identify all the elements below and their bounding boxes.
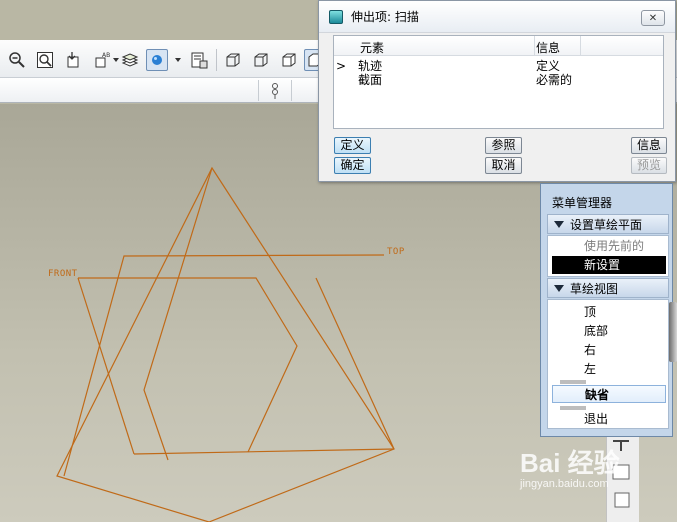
sketch-rhombus xyxy=(56,166,395,522)
svg-text:AB: AB xyxy=(102,52,110,59)
menu-item-left[interactable]: 左 xyxy=(552,360,666,378)
section-header-label: 设置草绘平面 xyxy=(570,217,643,232)
table-row[interactable]: > 轨迹 定义 xyxy=(334,59,663,73)
refit-icon[interactable] xyxy=(34,49,56,71)
row-info: 定义 xyxy=(536,59,561,73)
preview-button[interactable]: 预览 xyxy=(631,157,667,174)
row-element: 截面 xyxy=(358,73,383,87)
row-element: 轨迹 xyxy=(358,59,383,73)
collapse-triangle-icon xyxy=(554,220,564,228)
close-button[interactable]: ✕ xyxy=(641,10,665,26)
row-info: 必需的 xyxy=(536,73,573,87)
section-body-setup-plane: 使用先前的 新设置 xyxy=(547,235,669,277)
dialog-title: 伸出项: 扫描 xyxy=(351,10,419,24)
column-header-element: 元素 xyxy=(360,41,385,55)
menu-separator xyxy=(560,380,586,384)
reorient-icon[interactable] xyxy=(62,49,84,71)
view-manager-icon[interactable] xyxy=(188,49,210,71)
feature-icon xyxy=(329,9,343,24)
sketch-edge-3 xyxy=(315,277,395,450)
menu-item-right[interactable]: 右 xyxy=(552,341,666,359)
front-plane-label: FRONT xyxy=(48,269,78,279)
close-icon: ✕ xyxy=(648,12,658,24)
layers-icon[interactable] xyxy=(119,49,141,71)
section-body-sketch-view: 顶 底部 右 左 缺省 退出 xyxy=(547,299,669,429)
watermark: Bai 经验 jingyan.baidu.com xyxy=(520,448,620,490)
references-button[interactable]: 参照 xyxy=(485,137,522,154)
table-row[interactable]: 截面 必需的 xyxy=(334,73,663,87)
sketch-edge-4 xyxy=(77,277,135,455)
row-pointer-icon: > xyxy=(336,59,347,73)
sweep-protrusion-dialog: 伸出项: 扫描 ✕ 元素 信息 > 轨迹 定义 截面 必需的 定义 参照 信息 … xyxy=(318,0,676,182)
saved-views-icon[interactable]: AB xyxy=(92,49,114,71)
element-table: 元素 信息 > 轨迹 定义 截面 必需的 xyxy=(333,35,664,129)
sketch-edge-2 xyxy=(133,448,395,455)
table-header: 元素 信息 xyxy=(334,36,663,56)
no-hidden-icon[interactable] xyxy=(278,49,300,71)
watermark-brand: Bai 经验 xyxy=(520,448,620,478)
column-header-info: 信息 xyxy=(536,41,561,55)
zoom-out-icon[interactable] xyxy=(6,49,28,71)
grip-icon xyxy=(272,82,278,99)
section-header-setup-plane[interactable]: 设置草绘平面 xyxy=(547,214,669,234)
menu-item-default[interactable]: 缺省 xyxy=(552,385,666,403)
section-header-label: 草绘视图 xyxy=(570,281,619,296)
menu-item-use-previous[interactable]: 使用先前的 xyxy=(552,237,666,255)
menu-item-quit[interactable]: 退出 xyxy=(552,410,666,428)
display-style-dropdown-icon[interactable] xyxy=(175,58,181,62)
menu-item-bottom[interactable]: 底部 xyxy=(552,322,666,340)
sketch-edge-1 xyxy=(143,167,213,461)
sash-handle[interactable] xyxy=(258,80,292,101)
section-header-sketch-view[interactable]: 草绘视图 xyxy=(547,278,669,298)
top-plane-label: TOP xyxy=(387,247,405,257)
menu-item-new-setup[interactable]: 新设置 xyxy=(552,256,666,274)
menu-item-top[interactable]: 顶 xyxy=(552,303,666,321)
wireframe-icon[interactable] xyxy=(222,49,244,71)
hidden-line-icon[interactable] xyxy=(250,49,272,71)
info-button[interactable]: 信息 xyxy=(631,137,667,154)
menu-resize-handle[interactable] xyxy=(669,302,677,362)
collapse-triangle-icon xyxy=(554,284,564,292)
watermark-url: jingyan.baidu.com xyxy=(520,478,609,490)
define-button[interactable]: 定义 xyxy=(334,137,371,154)
menu-manager: 菜单管理器 设置草绘平面 使用先前的 新设置 草绘视图 顶 底部 右 左 缺省 … xyxy=(540,183,673,437)
ok-button[interactable]: 确定 xyxy=(334,157,371,174)
menu-manager-title: 菜单管理器 xyxy=(552,196,613,210)
cancel-button[interactable]: 取消 xyxy=(485,157,522,174)
shading-mode-icon[interactable] xyxy=(146,49,168,71)
dialog-titlebar[interactable]: 伸出项: 扫描 xyxy=(319,1,675,33)
